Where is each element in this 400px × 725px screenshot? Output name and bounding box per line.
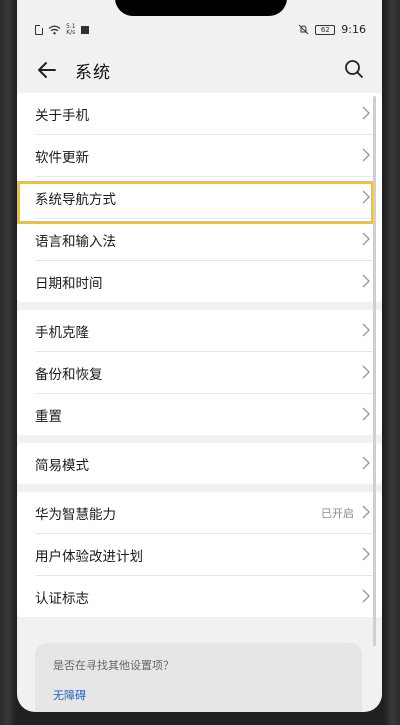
row-label: 手机克隆 (35, 324, 89, 341)
notification-icon (80, 26, 89, 34)
screen: 5.1 K/s 62 9:16 系统 关于手机 软件更新 系统导航方式 语言和输… (17, 0, 382, 712)
settings-row-reset[interactable]: 重置 (35, 394, 376, 435)
settings-row-certification[interactable]: 认证标志 (35, 576, 376, 617)
chevron-right-icon (362, 274, 370, 288)
wifi-icon (48, 25, 61, 35)
chevron-right-icon (362, 148, 370, 162)
chevron-right-icon (362, 505, 370, 519)
chevron-right-icon (362, 190, 370, 204)
page-title: 系统 (75, 63, 111, 83)
row-status-value: 已开启 (321, 506, 354, 520)
settings-row-backup-restore[interactable]: 备份和恢复 (35, 352, 376, 394)
chevron-right-icon (362, 365, 370, 379)
row-label: 认证标志 (35, 590, 89, 607)
status-bar: 5.1 K/s 62 9:16 (17, 20, 382, 42)
settings-row-system-navigation[interactable]: 系统导航方式 (35, 177, 376, 219)
battery-indicator: 62 (315, 24, 336, 35)
row-label: 华为智慧能力 (35, 506, 116, 523)
suggestion-card: 是否在寻找其他设置项？ 无障碍 (35, 643, 362, 712)
chevron-right-icon (362, 232, 370, 246)
scrollbar[interactable] (373, 96, 376, 646)
group-divider (17, 484, 382, 492)
settings-row-about-phone[interactable]: 关于手机 (35, 93, 376, 135)
chevron-right-icon (362, 589, 370, 603)
group-divider (17, 302, 382, 310)
settings-group-2: 手机克隆 备份和恢复 重置 (17, 310, 382, 435)
clock: 9:16 (341, 23, 366, 36)
network-speed-unit: K/s (66, 29, 76, 36)
search-icon[interactable] (342, 57, 366, 81)
settings-row-user-experience[interactable]: 用户体验改进计划 (35, 534, 376, 576)
row-label: 用户体验改进计划 (35, 548, 143, 565)
chevron-right-icon (362, 323, 370, 337)
settings-row-software-update[interactable]: 软件更新 (35, 135, 376, 177)
chevron-right-icon (362, 547, 370, 561)
settings-row-phone-clone[interactable]: 手机克隆 (35, 310, 376, 352)
row-label: 日期和时间 (35, 275, 103, 292)
mute-icon (298, 24, 309, 35)
accessibility-link[interactable]: 无障碍 (53, 687, 86, 703)
row-label: 简易模式 (35, 457, 89, 474)
row-label: 关于手机 (35, 107, 89, 124)
app-header: 系统 (17, 48, 382, 92)
row-label: 系统导航方式 (35, 191, 116, 208)
row-label: 语言和输入法 (35, 233, 116, 250)
settings-row-huawei-intelligence[interactable]: 华为智慧能力 已开启 (35, 492, 376, 534)
row-label: 软件更新 (35, 149, 89, 166)
network-speed: 5.1 K/s (66, 24, 76, 36)
chevron-right-icon (362, 407, 370, 421)
settings-list: 关于手机 软件更新 系统导航方式 语言和输入法 日期和时间 手机克隆 备份和恢复… (17, 93, 382, 617)
group-divider (17, 435, 382, 443)
camera-notch (115, 0, 287, 16)
sim-card-icon (35, 25, 43, 35)
back-arrow-icon[interactable] (35, 58, 59, 82)
row-label: 重置 (35, 408, 62, 425)
status-right: 62 9:16 (298, 23, 366, 36)
settings-group-1: 关于手机 软件更新 系统导航方式 语言和输入法 日期和时间 (17, 93, 382, 302)
settings-group-3: 简易模式 (17, 443, 382, 484)
chevron-right-icon (362, 456, 370, 470)
settings-group-4: 华为智慧能力 已开启 用户体验改进计划 认证标志 (17, 492, 382, 617)
settings-row-date-time[interactable]: 日期和时间 (35, 261, 376, 302)
chevron-right-icon (362, 106, 370, 120)
settings-row-simple-mode[interactable]: 简易模式 (35, 443, 376, 484)
suggestion-title: 是否在寻找其他设置项？ (53, 659, 174, 672)
settings-row-language-input[interactable]: 语言和输入法 (35, 219, 376, 261)
row-label: 备份和恢复 (35, 366, 103, 383)
status-left: 5.1 K/s (35, 24, 89, 36)
